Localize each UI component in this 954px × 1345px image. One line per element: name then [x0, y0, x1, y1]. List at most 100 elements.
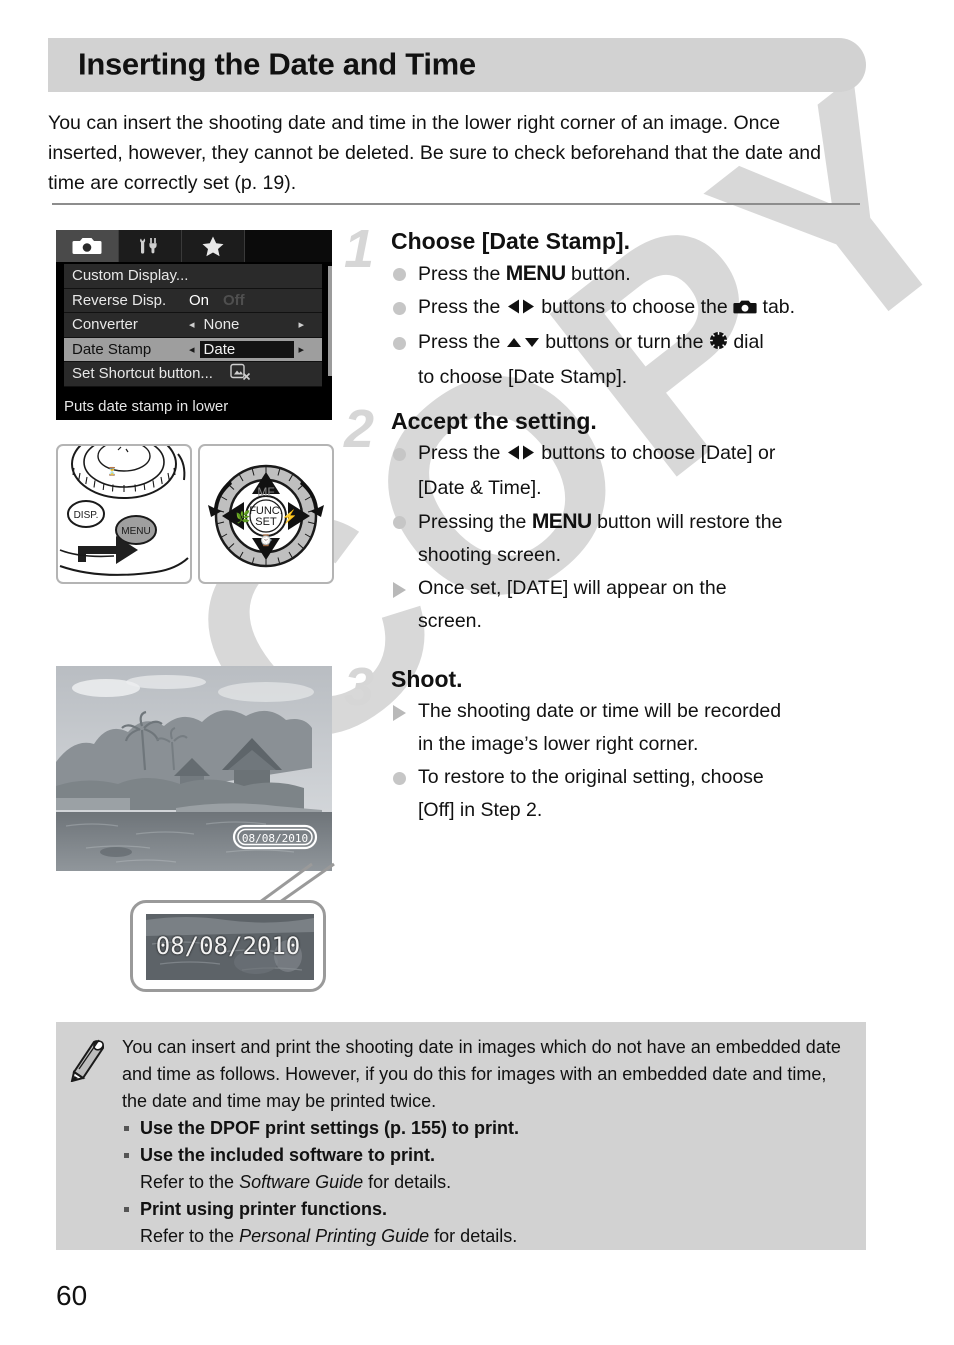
menu-row-set-shortcut-button[interactable]: Set Shortcut button...: [64, 362, 322, 387]
menu-keyword: MENU: [531, 510, 592, 533]
bullet-text: [Date & Time].: [418, 477, 542, 499]
bullet-dot-icon: [393, 772, 406, 785]
note-list-item: Print using printer functions.: [122, 1196, 852, 1223]
note-detail-suffix: for details.: [363, 1172, 452, 1192]
pencil-icon: [66, 1036, 108, 1087]
up-down-arrows-icon: [506, 328, 540, 361]
note-content: You can insert and print the shooting da…: [122, 1034, 852, 1250]
note-detail-suffix: for details.: [429, 1226, 518, 1246]
step-title: Choose [Date Stamp].: [391, 228, 630, 254]
bullet-text-b: button.: [565, 263, 631, 285]
menu-keyword: MENU: [505, 262, 566, 285]
step-1: 1 Choose [Date Stamp]. Press the MENU bu…: [344, 222, 868, 394]
note-item-title: Use the included software to print.: [140, 1145, 436, 1165]
step-number: 1: [344, 219, 375, 279]
bullet-text-b: buttons to choose the: [535, 296, 734, 318]
menu-value-on[interactable]: On: [189, 292, 209, 309]
note-bullet-icon: [124, 1153, 129, 1158]
menu-value-off[interactable]: Off: [223, 292, 245, 309]
note-detail-guide-name: Personal Printing Guide: [239, 1226, 430, 1246]
menu-row-value-stepper: ◂ Date ▸: [189, 340, 305, 358]
page-title: Inserting the Date and Time: [78, 46, 476, 82]
set-label: SET: [255, 516, 277, 528]
menu-row-date-stamp[interactable]: Date Stamp ◂ Date ▸: [64, 337, 322, 362]
step-body: Press the MENU button. Press the buttons…: [391, 257, 868, 394]
menu-row-list: Custom Display... Reverse Disp. On Off C…: [64, 264, 322, 387]
menu-row-onoff: On Off: [189, 292, 245, 309]
note-detail-prefix: Refer to the: [140, 1226, 240, 1246]
shortcut-off-icon: [230, 363, 252, 385]
menu-button-illustration: ⏳ DISP. MENU: [59, 446, 189, 576]
camera-menu-screen: Custom Display... Reverse Disp. On Off C…: [56, 230, 332, 420]
bullet-dot-icon: [393, 516, 406, 529]
step-bullet-line: The shooting date or time will be record…: [391, 695, 868, 728]
step-bullet-line: Press the buttons to choose the tab.: [391, 291, 868, 326]
bullet-text-a: Press the: [418, 263, 506, 285]
step-bullet-continuation: screen.: [391, 605, 868, 638]
bullet-text: The shooting date or time will be record…: [418, 700, 782, 722]
note-list-item: Use the included software to print.: [122, 1142, 852, 1169]
bullet-dot-icon: [393, 268, 406, 281]
manual-page: Inserting the Date and Time You can inse…: [0, 0, 954, 1345]
note-item-title: Use the DPOF print settings (p. 155) to …: [140, 1118, 520, 1138]
bullet-text-b: buttons to choose [Date] or: [535, 442, 776, 464]
step-number: 2: [344, 399, 375, 459]
date-stamp-zoom-callout: 08/08/2010: [130, 900, 326, 992]
step-title: Accept the setting.: [391, 408, 597, 434]
flash-icon: ⚡: [282, 509, 298, 525]
menu-tab-camera[interactable]: [56, 230, 119, 262]
step-number: 3: [344, 657, 375, 717]
instruction-steps: 1 Choose [Date Stamp]. Press the MENU bu…: [344, 222, 868, 831]
control-dial-illustration: FUNC. SET MF 🌿 ⚡ ⌚: [208, 464, 324, 568]
menu-tab-my-menu[interactable]: [182, 230, 245, 262]
step-3: 3 Shoot. The shooting date or time will …: [344, 660, 868, 827]
note-detail-prefix: Refer to the: [140, 1172, 240, 1192]
bullet-text: screen.: [418, 610, 482, 632]
bullet-triangle-icon: [393, 705, 406, 721]
left-right-arrows-icon: [506, 293, 536, 326]
note-item-detail: Refer to the Personal Printing Guide for…: [122, 1223, 852, 1250]
bullet-text-b: buttons or turn the: [539, 331, 709, 353]
step-bullet-line: Press the MENU button.: [391, 257, 868, 291]
step-bullet-continuation: shooting screen.: [391, 539, 868, 572]
stepper-right-arrow-icon[interactable]: ▸: [299, 343, 305, 356]
star-icon: [202, 236, 224, 257]
step-bullet-continuation: [Date & Time].: [391, 472, 868, 505]
landscape-photo-illustration: 08/08/2010: [56, 666, 332, 871]
menu-row-label: Date Stamp: [72, 340, 152, 358]
note-bullet-icon: [124, 1126, 129, 1131]
bullet-dot-icon: [393, 337, 406, 350]
macro-icon: 🌿: [236, 510, 251, 524]
control-dial-icon: [709, 328, 728, 361]
bullet-text: [Off] in Step 2.: [418, 799, 543, 821]
note-item-title: Print using printer functions.: [140, 1199, 387, 1219]
menu-row-label: Set Shortcut button...: [72, 365, 213, 383]
bullet-text-c: tab.: [757, 296, 796, 318]
photo-date-stamp: 08/08/2010: [242, 832, 308, 845]
step-body: The shooting date or time will be record…: [391, 695, 868, 827]
stepper-right-arrow-icon[interactable]: ▸: [299, 318, 305, 331]
menu-tab-settings[interactable]: [119, 230, 182, 262]
menu-row-label: Converter: [72, 316, 138, 334]
step-body: Press the buttons to choose [Date] or [D…: [391, 437, 868, 638]
control-dial-diagram: FUNC. SET MF 🌿 ⚡ ⌚: [198, 444, 334, 584]
step-2: 2 Accept the setting. Press the buttons …: [344, 402, 868, 638]
note-item-detail: Refer to the Software Guide for details.: [122, 1169, 852, 1196]
bullet-text: shooting screen.: [418, 544, 562, 566]
stepper-left-arrow-icon[interactable]: ◂: [189, 343, 195, 356]
stepper-left-arrow-icon[interactable]: ◂: [189, 318, 195, 331]
bullet-text-c: dial: [727, 331, 764, 353]
bullet-text-a: Pressing the: [418, 511, 532, 533]
menu-scrollbar[interactable]: [328, 266, 332, 376]
page-title-bar: Inserting the Date and Time: [48, 38, 866, 92]
menu-row-converter[interactable]: Converter ◂ None ▸: [64, 313, 322, 338]
step-bullet-line: Press the buttons or turn the dial: [391, 326, 868, 361]
note-bullet-icon: [124, 1207, 129, 1212]
menu-row-value: None: [203, 316, 240, 334]
menu-row-reverse-disp[interactable]: Reverse Disp. On Off: [64, 288, 322, 313]
camera-icon: [72, 238, 102, 254]
bullet-dot-icon: [393, 448, 406, 461]
step-bullet-line: To restore to the original setting, choo…: [391, 761, 868, 794]
disp-label: DISP.: [74, 510, 99, 521]
menu-row-custom-display[interactable]: Custom Display...: [64, 264, 322, 289]
